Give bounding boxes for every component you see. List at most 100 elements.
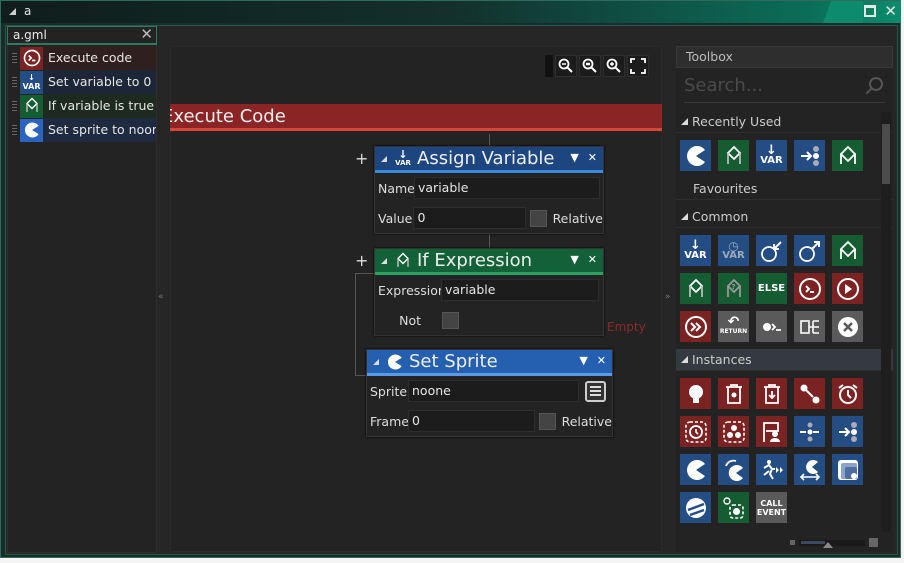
sprite-flip-icon[interactable] (794, 454, 825, 485)
switch-icon[interactable] (794, 311, 825, 342)
search-input[interactable]: Search... (684, 75, 763, 96)
maximize-button[interactable] (864, 5, 877, 17)
list-item[interactable]: Execute code (8, 46, 156, 70)
if-expression-block[interactable]: If Expression ▼ ✕ Expression variable Not (374, 248, 604, 336)
var-icon[interactable]: ↓ VAR (680, 235, 711, 266)
set-sprite-block[interactable]: Set Sprite ▼ ✕ Sprite noone Frame 0 Relative (366, 349, 613, 437)
sprite-input[interactable]: noone (408, 380, 579, 402)
empty-branch-label: Empty (607, 320, 646, 334)
sprite-partial-icon[interactable] (680, 492, 711, 523)
else-icon[interactable]: ELSE (756, 273, 787, 304)
close-window-button[interactable]: ✕ (884, 3, 897, 19)
sprite-icon[interactable] (680, 140, 711, 171)
execute-code-header[interactable]: Execute Code (170, 104, 662, 131)
slider-handle[interactable] (823, 541, 833, 548)
add-action-button[interactable]: + (355, 251, 368, 270)
block-header[interactable]: If Expression ▼ ✕ (375, 249, 603, 275)
collapse-icon[interactable] (381, 155, 387, 162)
alarm-dashed-icon[interactable] (680, 416, 711, 447)
call-event-icon[interactable]: CALL EVENT (756, 492, 787, 523)
rotate-sprite-icon[interactable] (718, 454, 749, 485)
search-icon[interactable] (869, 77, 883, 91)
run-icon[interactable] (756, 454, 787, 485)
alarm-icon[interactable] (832, 378, 863, 409)
lightbulb-icon[interactable] (680, 378, 711, 409)
frame-input[interactable]: 0 (408, 410, 535, 432)
sprite-icon[interactable] (680, 454, 711, 485)
relative-checkbox[interactable] (538, 412, 556, 430)
continue-icon[interactable] (680, 311, 711, 342)
dropdown-icon[interactable]: ▼ (570, 151, 578, 164)
list-item-label: Set sprite to noone (43, 118, 156, 142)
expression-input[interactable]: variable (441, 279, 599, 301)
list-item[interactable]: If variable is true (8, 94, 156, 118)
name-input[interactable]: variable (414, 177, 600, 199)
get-global-icon[interactable] (756, 235, 787, 266)
if-icon[interactable] (832, 140, 863, 171)
collapse-right-button[interactable]: » (665, 292, 671, 302)
drag-handle[interactable] (8, 94, 20, 118)
zoom-in-button[interactable] (603, 55, 625, 77)
group-icon[interactable] (718, 416, 749, 447)
if-variable-icon[interactable] (680, 273, 711, 304)
destroy-down-icon[interactable] (756, 378, 787, 409)
flag-person-icon[interactable] (756, 416, 787, 447)
if-variable-icon[interactable] (718, 140, 749, 171)
block-header[interactable]: Set Sprite ▼ ✕ (367, 350, 612, 376)
value-input[interactable]: 0 (413, 207, 526, 229)
drag-handle[interactable] (8, 118, 20, 142)
drag-handle[interactable] (8, 70, 20, 94)
section-instances[interactable]: Instances (676, 349, 893, 371)
fit-screen-button[interactable] (627, 55, 649, 77)
collapse-icon[interactable] (373, 358, 379, 365)
title-bar[interactable]: a ✕ (1, 1, 901, 23)
not-checkbox[interactable] (442, 311, 459, 329)
collapse-left-button[interactable]: « (158, 292, 164, 302)
scrollbar-thumb[interactable] (882, 124, 890, 184)
collapse-triangle-icon[interactable] (9, 7, 16, 15)
return-icon[interactable]: ↶ RETURN (718, 311, 749, 342)
field-label: Name (378, 180, 415, 196)
list-item[interactable]: Set sprite to noone (8, 118, 156, 142)
play-icon[interactable] (832, 273, 863, 304)
icon-size-slider[interactable] (790, 538, 878, 548)
section-label: Favourites (693, 180, 758, 196)
toolbox-search[interactable]: Search... (684, 71, 885, 103)
zoom-reset-button[interactable] (579, 55, 601, 77)
toolbox-scrollbar[interactable] (881, 112, 891, 532)
close-tab-icon[interactable]: ✕ (140, 26, 153, 42)
path-icon[interactable] (794, 378, 825, 409)
zoom-out-button[interactable] (555, 55, 577, 77)
image-scale-icon[interactable] (832, 454, 863, 485)
gather-icon[interactable] (794, 416, 825, 447)
drag-handle[interactable] (8, 46, 20, 70)
delete-block-icon[interactable]: ✕ (588, 253, 597, 266)
file-tab[interactable]: a.gml ✕ (7, 26, 157, 45)
add-action-button[interactable]: + (355, 149, 368, 168)
section-favourites[interactable]: Favourites (676, 178, 893, 200)
var-icon[interactable]: ↓ VAR (756, 140, 787, 171)
list-item[interactable]: ↓ VAR Set variable to 0 (8, 70, 156, 94)
dropdown-icon[interactable]: ▼ (579, 354, 587, 367)
select-icon[interactable] (718, 492, 749, 523)
script-icon[interactable] (756, 311, 787, 342)
block-header[interactable]: ↓ VAR Assign Variable ▼ ✕ (375, 147, 603, 173)
delete-block-icon[interactable]: ✕ (597, 354, 606, 367)
dropdown-icon[interactable]: ▼ (570, 253, 578, 266)
section-recently-used[interactable]: Recently Used (676, 111, 893, 133)
collapse-icon[interactable] (381, 257, 387, 264)
destroy-icon[interactable] (718, 378, 749, 409)
if-icon[interactable] (832, 235, 863, 266)
section-common[interactable]: Common (676, 206, 893, 228)
set-global-icon[interactable] (794, 235, 825, 266)
delete-block-icon[interactable]: ✕ (588, 151, 597, 164)
move-icon[interactable] (832, 416, 863, 447)
sprite-picker-button[interactable] (585, 380, 606, 402)
execute-code-icon[interactable] (794, 273, 825, 304)
relative-checkbox[interactable] (529, 209, 547, 227)
if-question-icon[interactable]: ? (718, 273, 749, 304)
assign-variable-block[interactable]: ↓ VAR Assign Variable ▼ ✕ Name variable Val… (374, 146, 604, 234)
move-icon[interactable] (794, 140, 825, 171)
exit-icon[interactable] (832, 311, 863, 342)
var-time-icon[interactable]: ◷ VAR (718, 235, 749, 266)
